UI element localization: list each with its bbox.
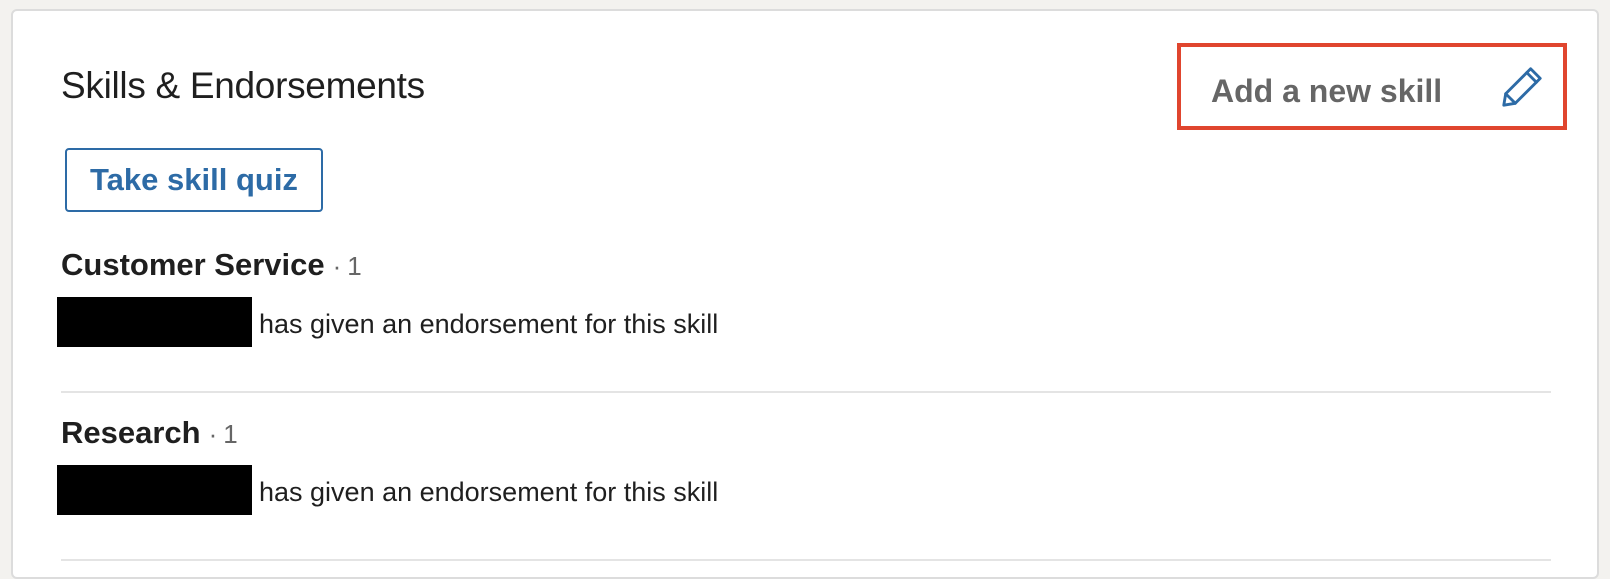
add-new-skill-button[interactable]: Add a new skill (1181, 47, 1563, 126)
endorsement-row: has given an endorsement for this skill (57, 465, 1551, 515)
pencil-icon[interactable] (1499, 64, 1545, 110)
add-new-skill-label: Add a new skill (1211, 73, 1443, 109)
skill-header: Customer Service · 1 (61, 247, 1551, 283)
endorsement-count[interactable]: 1 (347, 251, 361, 282)
skill-name[interactable]: Research (61, 415, 201, 451)
skill-separator: · (332, 251, 342, 281)
skill-item: Research · 1 has given an endorsement fo… (57, 415, 1551, 561)
endorsement-text: has given an endorsement for this skill (259, 309, 719, 339)
section-title: Skills & Endorsements (61, 65, 425, 106)
skill-item: Customer Service · 1 has given an endors… (57, 247, 1551, 393)
redacted-endorser-name (57, 297, 252, 347)
take-skill-quiz-button[interactable]: Take skill quiz (65, 148, 323, 212)
endorsement-row: has given an endorsement for this skill (57, 297, 1551, 347)
skill-separator: · (208, 419, 218, 449)
redacted-endorser-name (57, 465, 252, 515)
skill-name[interactable]: Customer Service (61, 247, 325, 283)
endorsement-count[interactable]: 1 (223, 419, 237, 450)
divider (61, 391, 1551, 393)
add-skill-highlight: Add a new skill (1177, 43, 1567, 130)
divider (61, 559, 1551, 561)
skill-header: Research · 1 (61, 415, 1551, 451)
endorsement-text: has given an endorsement for this skill (259, 477, 719, 507)
skills-endorsements-card: Skills & Endorsements Add a new skill Ta… (11, 9, 1599, 579)
